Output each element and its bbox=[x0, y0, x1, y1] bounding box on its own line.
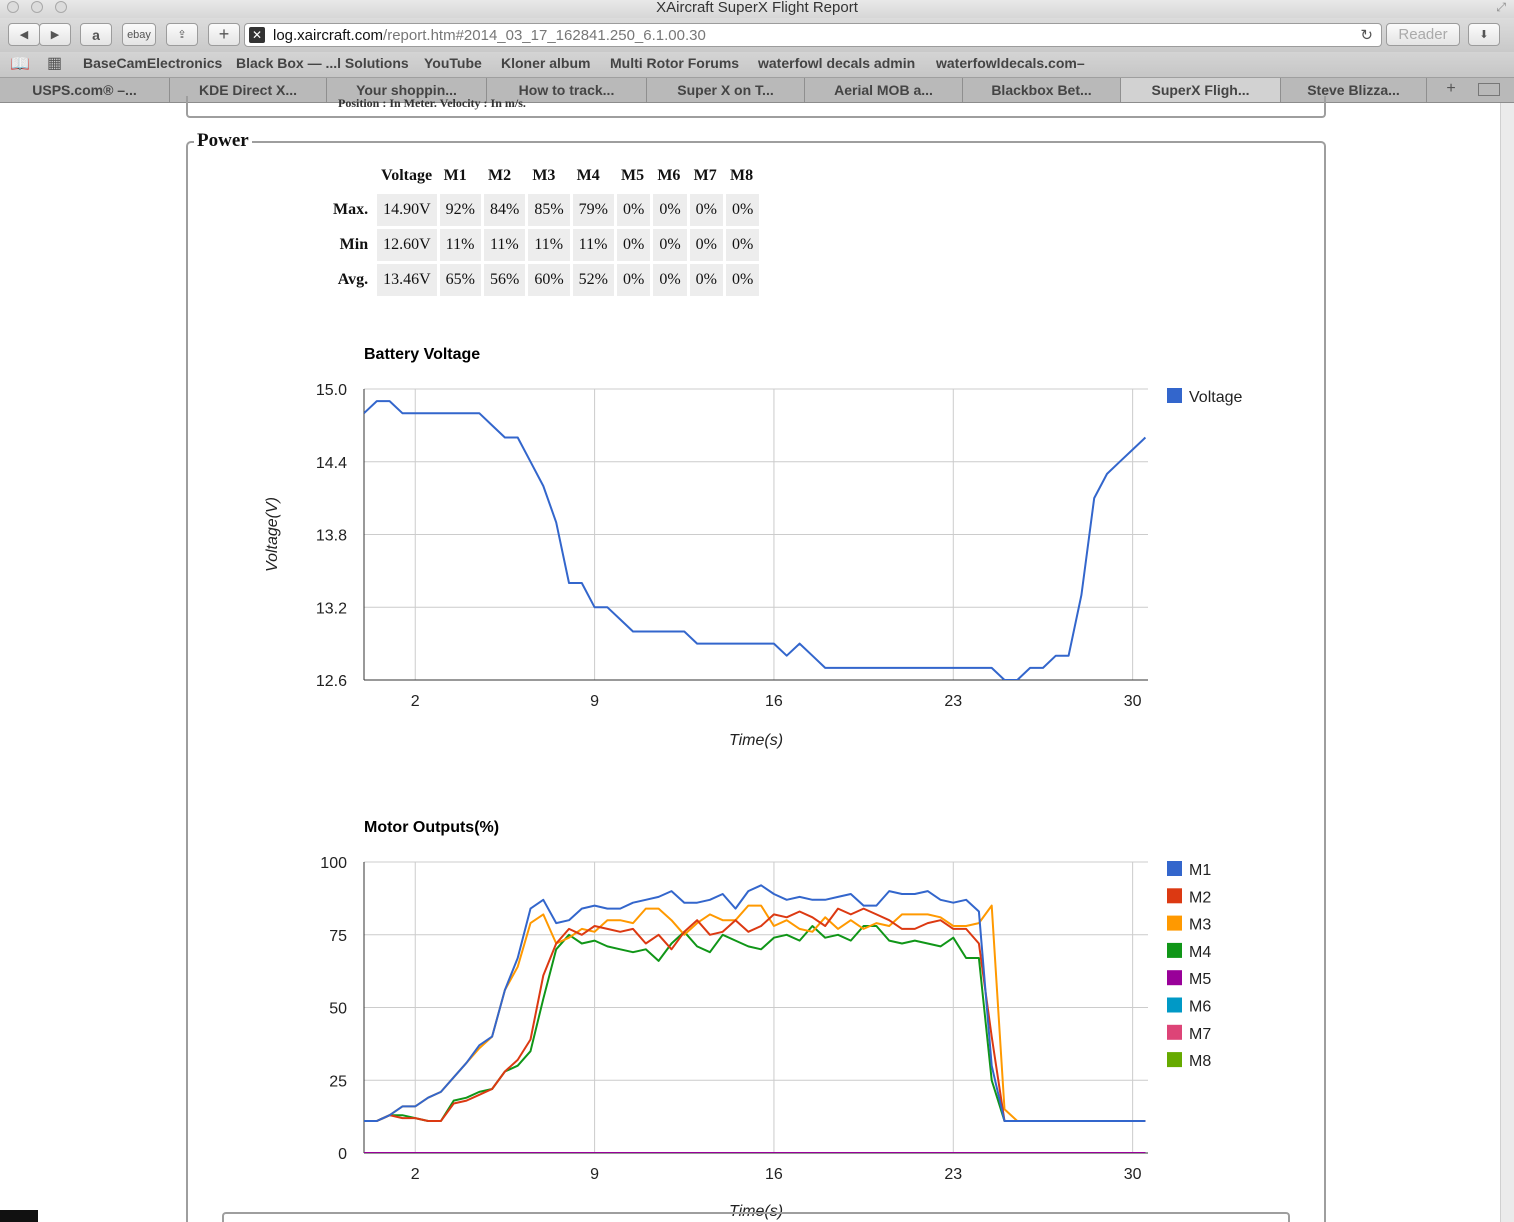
charts-canvas: Battery Voltage 12.6 13.2 13.8 14.4 15.0 2 9 16 2… bbox=[264, 346, 1242, 1220]
legend-swatch bbox=[1167, 997, 1182, 1013]
legend-label: M5 bbox=[1189, 971, 1211, 988]
y-axis-label: Voltage(V) bbox=[264, 497, 281, 572]
x-axis-label: Time(s) bbox=[729, 732, 783, 749]
x-tick-label: 30 bbox=[1124, 693, 1142, 710]
legend-swatch bbox=[1167, 888, 1182, 904]
y-tick-label: 100 bbox=[320, 855, 347, 872]
x-tick-label: 23 bbox=[944, 1166, 962, 1183]
battery-voltage-chart: Battery Voltage 12.6 13.2 13.8 14.4 15.0 2 9 16 2… bbox=[264, 346, 1242, 749]
legend-swatch bbox=[1167, 942, 1182, 958]
legend-swatch bbox=[1167, 1024, 1182, 1040]
motor-outputs-chart: Motor Outputs(%)02550751002 9 16 23 30Time(s… bbox=[320, 819, 1211, 1220]
legend-label: Voltage bbox=[1189, 389, 1242, 406]
series-line-m1 bbox=[364, 884, 1146, 1122]
y-tick-label: 0 bbox=[338, 1146, 347, 1163]
x-tick-label: 16 bbox=[765, 1166, 783, 1183]
legend-swatch bbox=[1167, 861, 1182, 876]
series-line-m3 bbox=[364, 904, 1146, 1122]
legend-label: M2 bbox=[1189, 889, 1211, 906]
x-tick-label: 30 bbox=[1124, 1166, 1142, 1183]
x-tick-label: 9 bbox=[590, 1166, 599, 1183]
y-tick-label: 25 bbox=[329, 1073, 347, 1090]
x-tick-label: 9 bbox=[590, 693, 599, 710]
legend-label: M1 bbox=[1189, 862, 1211, 879]
legend-label: M6 bbox=[1189, 999, 1211, 1016]
x-tick-label: 23 bbox=[944, 693, 962, 710]
chart-title: Battery Voltage bbox=[364, 346, 480, 363]
y-tick-label: 13.2 bbox=[316, 600, 347, 617]
y-tick-label: 75 bbox=[329, 928, 347, 945]
chart-title: Motor Outputs(%) bbox=[364, 819, 499, 836]
legend-swatch bbox=[1167, 970, 1182, 986]
series-line-m4 bbox=[364, 925, 1146, 1122]
x-tick-label: 16 bbox=[765, 693, 783, 710]
y-tick-label: 50 bbox=[329, 1001, 347, 1018]
y-tick-label: 12.6 bbox=[316, 673, 347, 690]
next-section-frame bbox=[222, 1212, 1290, 1222]
legend-label: M7 bbox=[1189, 1026, 1211, 1043]
legend-swatch bbox=[1167, 1052, 1182, 1068]
x-tick-label: 2 bbox=[411, 1166, 420, 1183]
series-line-m2 bbox=[364, 907, 1146, 1122]
y-tick-label: 15.0 bbox=[316, 382, 347, 399]
legend-label: M8 bbox=[1189, 1053, 1211, 1070]
y-tick-label: 14.4 bbox=[316, 455, 347, 472]
vertical-scrollbar[interactable] bbox=[1500, 103, 1514, 1222]
legend-label: M3 bbox=[1189, 917, 1211, 934]
dock-edge bbox=[0, 1210, 38, 1222]
x-tick-label: 2 bbox=[411, 693, 420, 710]
legend-swatch bbox=[1167, 388, 1182, 403]
legend-swatch bbox=[1167, 915, 1182, 931]
series-line-voltage bbox=[364, 400, 1147, 680]
y-tick-label: 13.8 bbox=[316, 528, 347, 545]
legend-label: M4 bbox=[1189, 944, 1211, 961]
